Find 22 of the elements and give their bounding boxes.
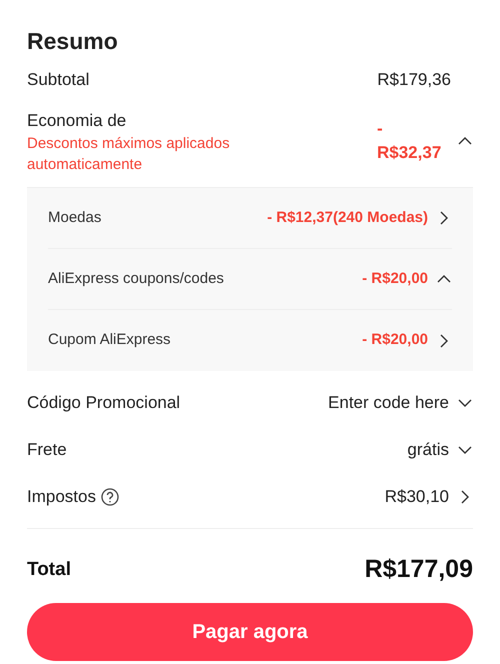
row-label: Impostos	[27, 486, 96, 508]
savings-note: Descontos máximos aplicados automaticamente	[27, 134, 231, 175]
discount-label: Cupom AliExpress	[48, 330, 171, 350]
summary-title: Resumo	[27, 27, 119, 56]
help-icon[interactable]	[100, 488, 119, 506]
discount-value: - R$20,00	[362, 268, 428, 289]
discount-label: AliExpress coupons/codes	[48, 268, 224, 289]
pay-now-button[interactable]: Pagar agora	[27, 602, 473, 660]
savings-label: Economia de	[27, 110, 128, 132]
row-value[interactable]: grátis	[407, 436, 449, 462]
row-label: Código Promocional	[27, 392, 180, 414]
row-value: R$30,10	[384, 486, 449, 508]
discount-value: - R$12,37(240 Moedas)	[267, 208, 428, 228]
subtotal-value: R$179,36	[377, 69, 451, 91]
savings-value: - R$32,37	[377, 118, 442, 164]
row-value[interactable]: Enter code here	[328, 390, 449, 416]
subtotal-label: Subtotal	[27, 69, 90, 91]
row-label: Frete	[27, 438, 67, 461]
discount-value: - R$20,00	[362, 330, 428, 350]
discount-label: Moedas	[48, 208, 102, 228]
total-value: R$177,09	[364, 554, 473, 585]
total-label: Total	[27, 558, 71, 582]
